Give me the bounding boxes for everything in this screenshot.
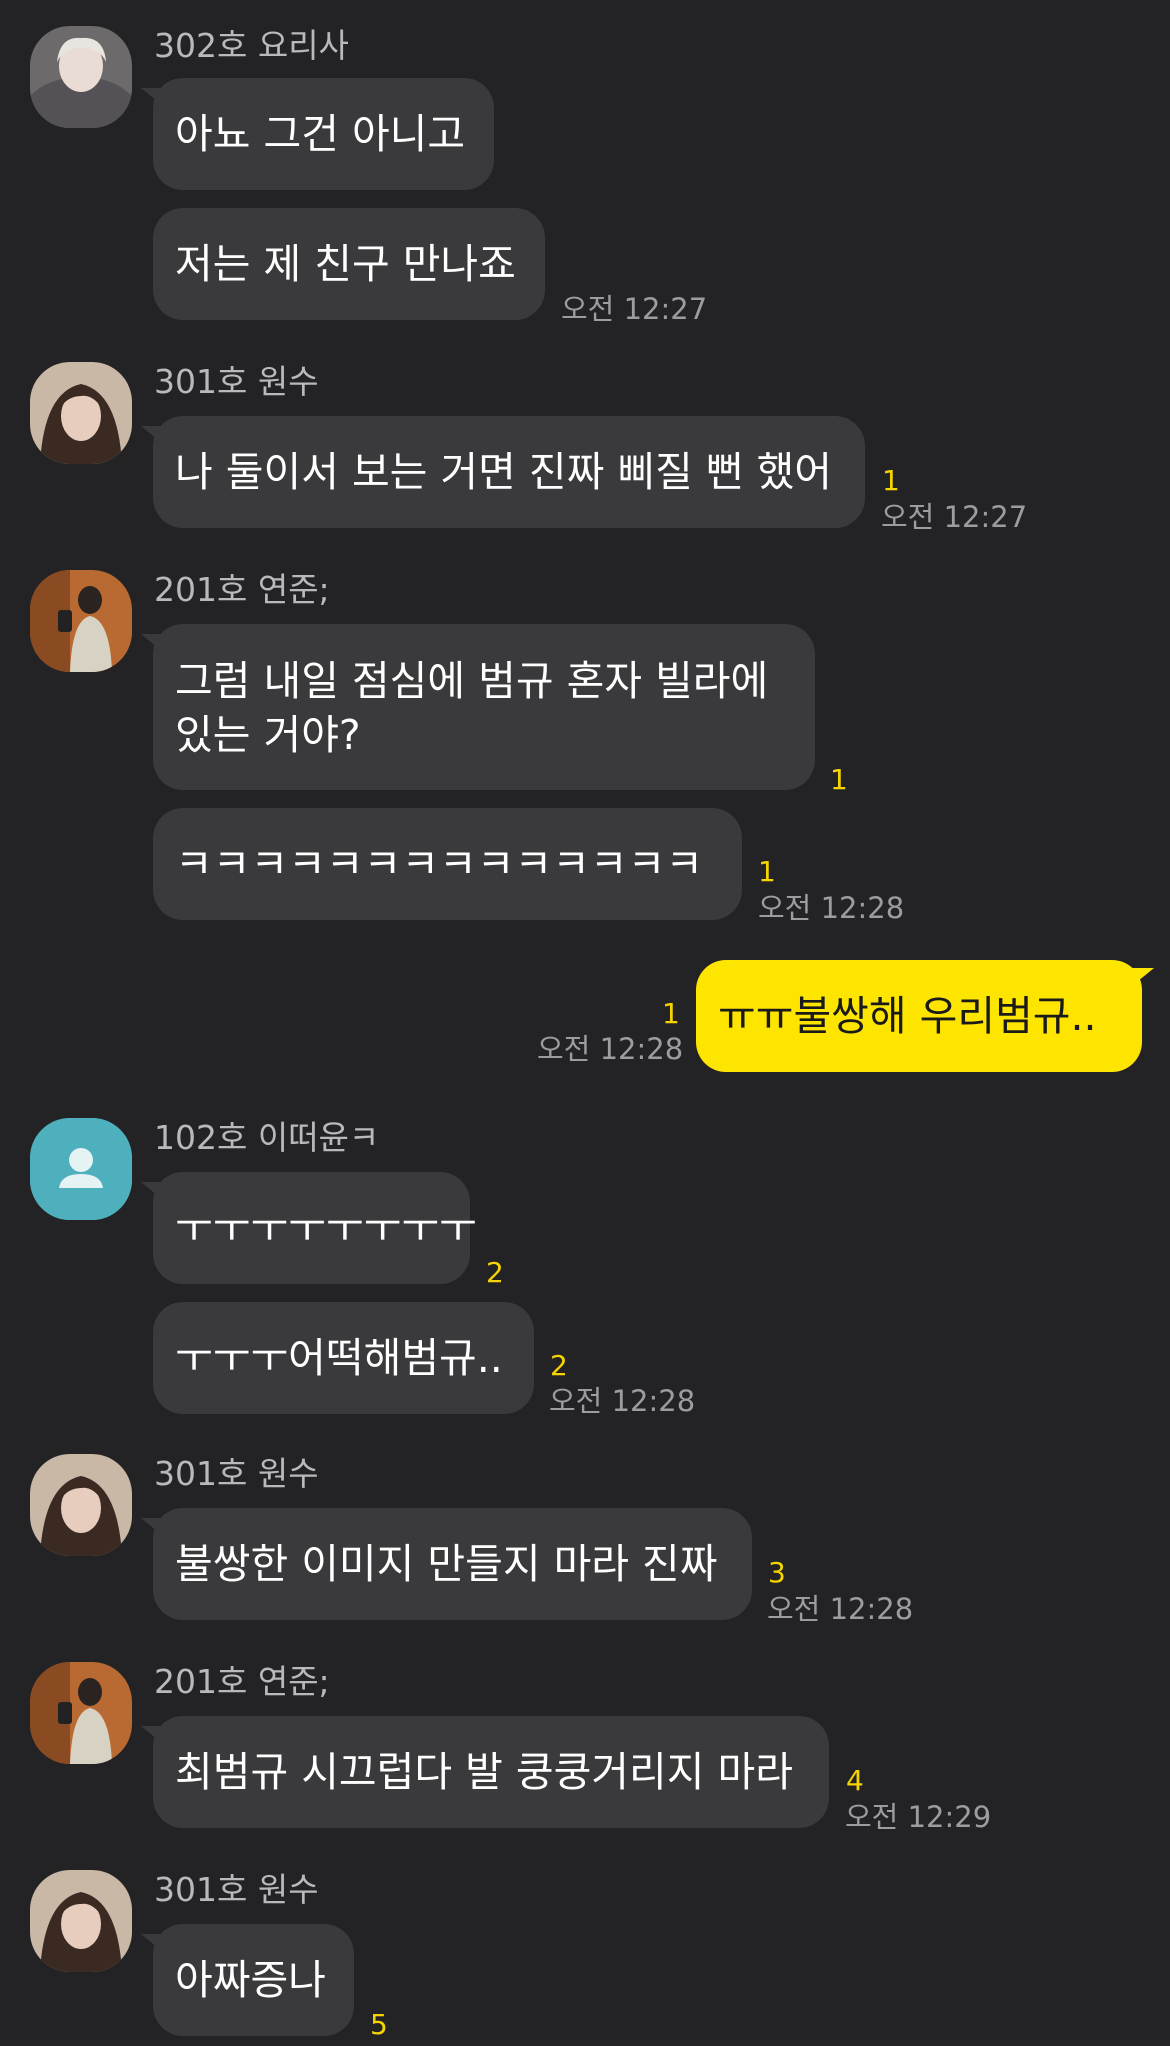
profile-photo-icon [30, 570, 132, 672]
unread-count: 1 [758, 855, 776, 888]
unread-count: 1 [882, 464, 900, 497]
unread-count: 2 [550, 1349, 568, 1382]
message-bubble[interactable]: 아뇨 그건 아니고 [141, 78, 494, 190]
sender-name: 301호 원수 [154, 1870, 319, 1909]
message-time: 오전 12:29 [845, 1800, 992, 1834]
profile-photo-icon [30, 362, 132, 464]
profile-photo-icon [30, 1454, 132, 1556]
message-bubble[interactable]: 나 둘이서 보는 거면 진짜 삐질 뻔 했어 [141, 416, 865, 528]
message-bubble[interactable]: 최범규 시끄럽다 발 쿵쿵거리지 마라 [141, 1716, 829, 1828]
avatar-301[interactable] [30, 1870, 132, 1972]
avatar-302[interactable] [30, 26, 132, 128]
sender-name: 301호 원수 [154, 1454, 319, 1493]
message-line: 그럼 내일 점심에 범규 혼자 빌라에 [175, 657, 769, 705]
profile-photo-icon [30, 1662, 132, 1764]
message-bubble[interactable]: ㅜㅜㅜㅜㅜㅜㅜㅜ [141, 1172, 477, 1284]
unread-count: 1 [830, 763, 848, 796]
profile-photo-icon [30, 1870, 132, 1972]
sender-name: 201호 연준; [154, 570, 330, 609]
avatar-301[interactable] [30, 1454, 132, 1556]
unread-count: 4 [846, 1764, 864, 1797]
message-time: 오전 12:27 [561, 292, 708, 326]
profile-photo-icon [30, 26, 132, 128]
unread-count: 3 [768, 1556, 786, 1589]
message-bubble[interactable]: ㅜㅜㅜ어떡해범규.. [153, 1302, 534, 1414]
sender-name: 102호 이떠윤ㅋ [154, 1118, 380, 1157]
unread-count: 1 [662, 997, 680, 1030]
sender-name: 302호 요리사 [154, 26, 349, 65]
message-time: 오전 12:28 [537, 1032, 684, 1066]
message-bubble[interactable]: 그럼 내일 점심에 범규 혼자 빌라에 있는 거야? [141, 624, 815, 790]
avatar-301[interactable] [30, 362, 132, 464]
sender-name: 301호 원수 [154, 362, 319, 401]
unread-count: 5 [370, 2008, 388, 2041]
person-silhouette-icon [30, 1118, 132, 1220]
message-time: 오전 12:27 [881, 500, 1028, 534]
unread-count: 2 [486, 1256, 504, 1289]
message-line: 있는 거야? [175, 711, 361, 759]
message-bubble[interactable]: 아짜증나 [141, 1924, 354, 2036]
message-time: 오전 12:28 [549, 1384, 696, 1418]
message-bubble[interactable]: ㅋㅋㅋㅋㅋㅋㅋㅋㅋㅋㅋㅋㅋㅋ [153, 808, 742, 920]
sender-name: 201호 연준; [154, 1662, 330, 1701]
avatar-201[interactable] [30, 570, 132, 672]
avatar-102[interactable] [30, 1118, 132, 1220]
chat-message-list[interactable]: 302호 요리사 아뇨 그건 아니고 저는 제 친구 만나죠 오전 12:27 … [0, 0, 1170, 2046]
message-bubble[interactable]: 불쌍한 이미지 만들지 마라 진짜 [141, 1508, 752, 1620]
message-time: 오전 12:28 [767, 1592, 914, 1626]
message-bubble[interactable]: 저는 제 친구 만나죠 [153, 208, 545, 320]
message-time: 오전 12:28 [758, 891, 905, 925]
avatar-201[interactable] [30, 1662, 132, 1764]
my-message-bubble[interactable]: ㅠㅠ불쌍해 우리범규.. [696, 960, 1154, 1072]
